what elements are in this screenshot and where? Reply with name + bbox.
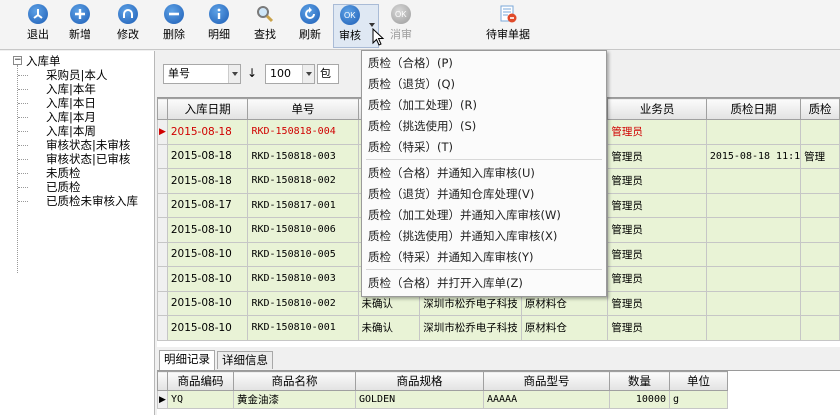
tab-detail-info[interactable]: 详细信息 <box>217 351 273 369</box>
tree-connector <box>17 65 18 273</box>
exit-icon <box>28 4 48 24</box>
grid-corner <box>157 98 168 120</box>
search-icon <box>255 4 275 24</box>
match-mode-select[interactable]: 包 <box>317 64 339 84</box>
minus-icon <box>164 4 184 24</box>
plus-icon <box>70 4 90 24</box>
tree-item[interactable]: 入库|本月 <box>46 110 96 124</box>
chevron-down-icon <box>228 65 240 83</box>
tree-item[interactable]: 审核状态|未审核 <box>46 138 130 152</box>
edit-button[interactable]: 修改 <box>110 4 146 48</box>
col-header-number[interactable]: 单号 <box>247 98 359 120</box>
menu-item-qc-concession[interactable]: 质检（特采）(T) <box>368 137 453 157</box>
tree-item[interactable]: 已质检 <box>46 180 81 194</box>
menu-item-qc-rework-notify[interactable]: 质检（加工处理）并通知入库审核(W) <box>368 205 561 225</box>
field-select[interactable]: 单号 <box>163 64 241 84</box>
info-icon <box>209 4 229 24</box>
col-header-product-name[interactable]: 商品名称 <box>233 371 356 391</box>
add-button[interactable]: 新增 <box>62 4 98 48</box>
tree-item[interactable]: 审核状态|已审核 <box>46 152 130 166</box>
svg-text:OK: OK <box>344 11 356 20</box>
table-row[interactable]: ▶ YQ 黄金油漆 GOLDEN AAAAA 10000 g <box>157 390 728 409</box>
col-header-unit[interactable]: 单位 <box>669 371 728 391</box>
col-header-product-code[interactable]: 商品编码 <box>167 371 234 391</box>
refresh-button[interactable]: 刷新 <box>292 4 328 48</box>
menu-item-qc-return-notify[interactable]: 质检（退货）并通知仓库处理(V) <box>368 184 534 204</box>
row-pointer-icon: ▶ <box>157 390 168 409</box>
table-row[interactable]: 2015-08-10 RKD-150810-001 未确认 深圳市松乔电子科技 … <box>157 315 840 341</box>
edit-icon <box>118 4 138 24</box>
navigation-tree: − 入库单 采购员|本人 入库|本年 入库|本日 入库|本月 入库|本周 审核状… <box>0 51 155 415</box>
tree-item[interactable]: 入库|本日 <box>46 96 96 110</box>
tree-item[interactable]: 入库|本年 <box>46 82 96 96</box>
unapprove-button[interactable]: OK 消审 <box>384 4 418 48</box>
menu-separator <box>366 159 602 160</box>
search-button[interactable]: 查找 <box>247 4 283 48</box>
col-header-qc-date[interactable]: 质检日期 <box>705 98 802 120</box>
exit-button[interactable]: 退出 <box>20 4 56 48</box>
menu-item-qc-pass-notify[interactable]: 质检（合格）并通知入库审核(U) <box>368 163 535 183</box>
collapse-icon[interactable]: − <box>13 56 22 65</box>
unapprove-icon: OK <box>391 4 411 24</box>
menu-item-qc-pass[interactable]: 质检（合格）(P) <box>368 53 453 73</box>
pending-document-icon <box>498 4 518 24</box>
approve-dropdown-menu: 质检（合格）(P) 质检（退货）(Q) 质检（加工处理）(R) 质检（挑选使用）… <box>361 50 607 297</box>
tree-root-inbound-orders[interactable]: 入库单 <box>26 54 61 68</box>
tree-item[interactable]: 入库|本周 <box>46 124 96 138</box>
menu-item-qc-rework[interactable]: 质检（加工处理）(R) <box>368 95 477 115</box>
menu-item-qc-select-use[interactable]: 质检（挑选使用）(S) <box>368 116 476 136</box>
detail-grid: 商品编码 商品名称 商品规格 商品型号 数量 单位 ▶ YQ 黄金油漆 GOLD… <box>157 370 840 415</box>
svg-text:OK: OK <box>395 10 407 19</box>
menu-item-qc-pass-open[interactable]: 质检（合格）并打开入库单(Z) <box>368 273 523 293</box>
pending-documents-button[interactable]: 待审单据 <box>478 4 538 48</box>
menu-item-qc-return[interactable]: 质检（退货）(Q) <box>368 74 455 94</box>
approve-icon: OK <box>340 5 360 25</box>
mouse-cursor-icon <box>372 28 385 46</box>
tree-item[interactable]: 采购员|本人 <box>46 68 107 82</box>
detail-tabs: 明细记录 详细信息 <box>157 348 840 370</box>
count-select[interactable]: 100 <box>265 64 315 84</box>
col-header-product-spec[interactable]: 商品规格 <box>355 371 484 391</box>
row-pointer-icon: ▶ <box>157 119 168 145</box>
col-header-quantity[interactable]: 数量 <box>609 371 670 391</box>
approve-button[interactable]: OK 审核 <box>333 4 367 48</box>
sort-desc-icon[interactable]: ↓ <box>247 66 257 80</box>
col-header-qc[interactable]: 质检 <box>800 98 840 120</box>
menu-separator <box>366 269 602 270</box>
col-header-clerk[interactable]: 业务员 <box>607 98 707 120</box>
tab-detail-records[interactable]: 明细记录 <box>159 350 215 370</box>
menu-item-qc-concession-notify[interactable]: 质检（特采）并通知入库审核(Y) <box>368 247 534 267</box>
col-header-product-model[interactable]: 商品型号 <box>483 371 610 391</box>
refresh-icon <box>300 4 320 24</box>
tree-item[interactable]: 未质检 <box>46 166 81 180</box>
col-header-date[interactable]: 入库日期 <box>166 98 249 120</box>
delete-button[interactable]: 删除 <box>156 4 192 48</box>
menu-item-qc-select-notify[interactable]: 质检（挑选使用）并通知入库审核(X) <box>368 226 557 246</box>
detail-button[interactable]: 明细 <box>201 4 237 48</box>
grid-corner <box>157 371 168 391</box>
tree-item[interactable]: 已质检未审核入库 <box>46 194 138 208</box>
toolbar: 退出 新增 修改 删除 明细 查找 刷新 OK 审核 OK 消审 待审单据 <box>0 0 840 50</box>
chevron-down-icon <box>302 65 314 83</box>
